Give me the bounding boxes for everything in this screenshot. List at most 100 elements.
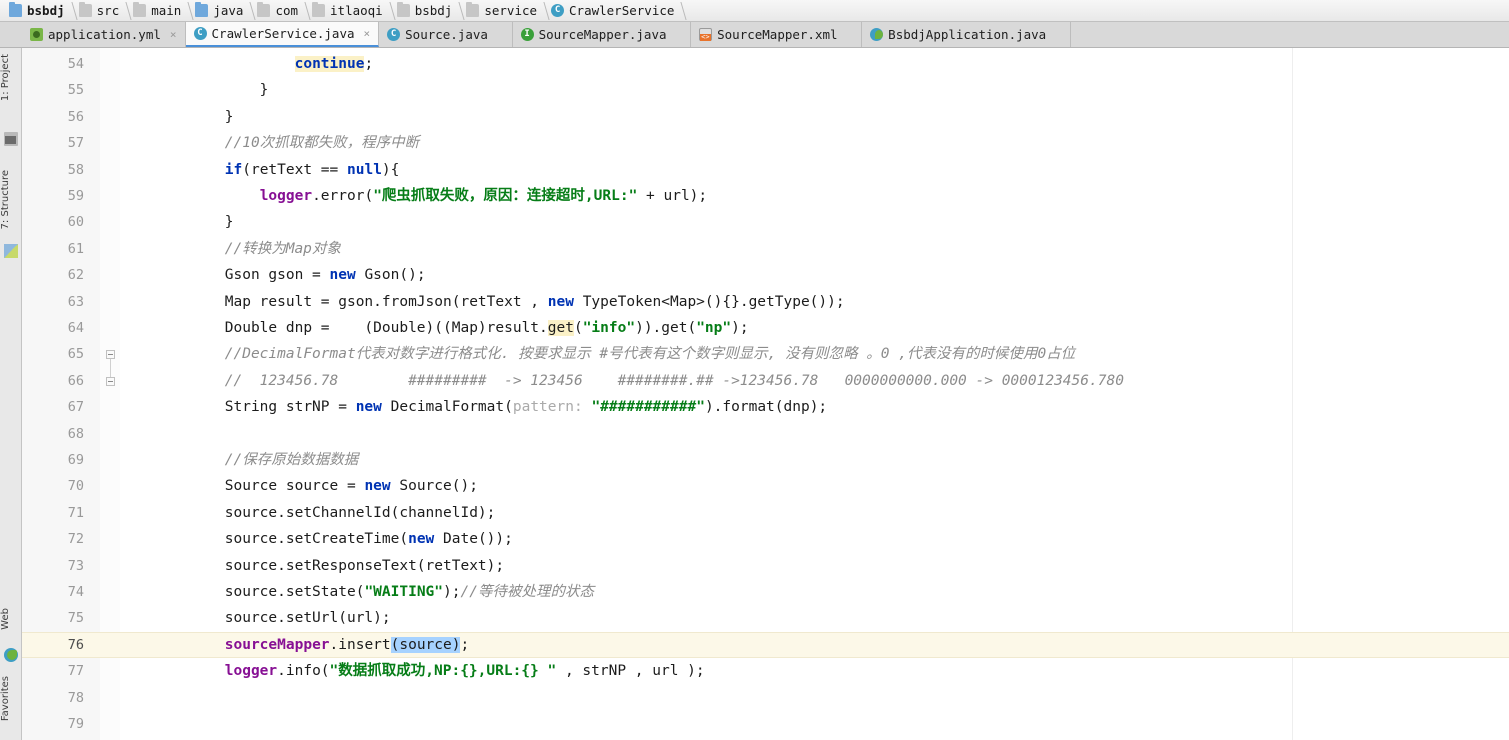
line-number[interactable]: 58 — [22, 157, 84, 183]
folder-icon — [78, 2, 92, 17]
code-line[interactable]: } — [120, 209, 234, 235]
line-number[interactable]: 78 — [22, 685, 84, 711]
line-number[interactable]: 73 — [22, 553, 84, 579]
code-fold-toggle[interactable] — [106, 350, 115, 360]
code-token: new — [364, 478, 391, 495]
breadcrumb-item-java[interactable]: java — [190, 0, 252, 22]
editor-tab-crawlerservice-java[interactable]: C CrawlerService.java × — [185, 22, 380, 47]
breadcrumb-item-main[interactable]: main — [128, 0, 190, 22]
code-line[interactable]: //转换为Map对象 — [120, 236, 341, 262]
editor-tab-label: application.yml — [48, 27, 161, 42]
line-number[interactable]: 56 — [22, 104, 84, 130]
code-line[interactable]: //保存原始数据数据 — [120, 447, 358, 473]
breadcrumb-item-bsbdj[interactable]: bsbdj — [4, 0, 74, 22]
code-line[interactable]: String strNP = new DecimalFormat(pattern… — [120, 394, 827, 420]
line-number[interactable]: 68 — [22, 421, 84, 447]
folder-icon — [312, 2, 326, 17]
code-token: .error( — [312, 188, 374, 204]
close-icon[interactable]: × — [364, 27, 371, 40]
line-number[interactable]: 61 — [22, 236, 84, 262]
code-token: source.setResponseText(retText); — [120, 557, 505, 574]
line-number[interactable]: 57 — [22, 130, 84, 156]
line-number[interactable]: 77 — [22, 658, 84, 684]
tool-window-button-1-project[interactable]: 1: Project — [0, 54, 22, 101]
code-line[interactable]: } — [120, 104, 234, 130]
breadcrumb-item-src[interactable]: src — [74, 0, 129, 22]
tool-window-button-favorites[interactable]: Favorites — [0, 676, 22, 721]
code-token: "np" — [696, 320, 732, 336]
line-number[interactable]: 66 — [22, 368, 84, 394]
line-number[interactable]: 64 — [22, 315, 84, 341]
code-line[interactable]: source.setUrl(url); — [120, 605, 391, 631]
breadcrumb-item-service[interactable]: service — [461, 0, 546, 22]
folder-source-icon — [195, 2, 209, 17]
code-line[interactable]: source.setCreateTime(new Date()); — [120, 526, 513, 552]
breadcrumb-item-label: service — [484, 3, 538, 18]
editor-tab-bar: application.yml × C CrawlerService.java × C So… — [0, 22, 1509, 48]
editor-tab-sourcemapper-xml[interactable]: SourceMapper.xml× — [691, 22, 863, 47]
code-token: continue — [294, 56, 365, 72]
code-line[interactable]: //10次抓取都失败，程序中断 — [120, 130, 419, 156]
code-line[interactable]: source.setChannelId(channelId); — [120, 500, 496, 526]
line-number[interactable]: 67 — [22, 394, 84, 420]
code-token: "数据抓取成功,NP:{},URL:{} " — [329, 663, 557, 680]
code-editor[interactable]: 54 continue; 55 } 56 } 57 //10次抓取都失败，程序中断 58… — [22, 48, 1509, 740]
web-tool-icon — [4, 648, 18, 662]
code-line[interactable]: // 123456.78 ######### -> 123456 #######… — [120, 368, 1124, 394]
line-number[interactable]: 69 — [22, 447, 84, 473]
line-number[interactable]: 79 — [22, 711, 84, 737]
code-line[interactable]: sourceMapper.insert(source); — [120, 632, 469, 658]
code-token: } — [120, 214, 234, 231]
breadcrumb-item-itlaoqi[interactable]: itlaoqi — [307, 0, 392, 22]
editor-tab-application-yml[interactable]: application.yml × — [22, 22, 186, 47]
code-line[interactable]: continue; — [120, 51, 373, 77]
breadcrumb-item-crawlerservice[interactable]: C CrawlerService — [546, 0, 683, 22]
code-line[interactable]: Double dnp = (Double)((Map)result.get("i… — [120, 315, 749, 341]
code-line[interactable]: Source source = new Source(); — [120, 473, 478, 499]
line-number[interactable]: 76 — [22, 632, 84, 658]
editor-tab-bsbdjapplication-java[interactable]: BsbdjApplication.java× — [862, 22, 1071, 47]
editor-tab-source-java[interactable]: CSource.java× — [379, 22, 513, 47]
line-number[interactable]: 60 — [22, 209, 84, 235]
tool-window-button-7-structure[interactable]: 7: Structure — [0, 170, 22, 229]
code-token: "###########" — [591, 399, 705, 416]
code-line[interactable]: logger.info("数据抓取成功,NP:{},URL:{} " , str… — [120, 658, 705, 684]
close-icon[interactable]: × — [170, 28, 177, 41]
line-number[interactable]: 75 — [22, 605, 84, 631]
line-number[interactable]: 55 — [22, 77, 84, 103]
code-token: Map result = gson.fromJson(retText , — [120, 293, 548, 310]
tool-window-button-web[interactable]: Web — [0, 608, 22, 630]
folder-icon — [466, 2, 480, 17]
line-number[interactable]: 62 — [22, 262, 84, 288]
code-token: (retText == — [242, 161, 347, 178]
code-line[interactable]: source.setResponseText(retText); — [120, 553, 504, 579]
breadcrumb-item-com[interactable]: com — [252, 0, 307, 22]
code-line[interactable]: } — [120, 77, 269, 103]
line-number[interactable]: 54 — [22, 51, 84, 77]
line-number[interactable]: 72 — [22, 526, 84, 552]
code-token: } — [120, 82, 269, 99]
line-number[interactable]: 70 — [22, 473, 84, 499]
code-line[interactable]: Gson gson = new Gson(); — [120, 262, 426, 288]
breadcrumb-item-bsbdj[interactable]: bsbdj — [392, 0, 462, 22]
code-line[interactable]: //DecimalFormat代表对数字进行格式化. 按要求显示 #号代表有这个… — [120, 341, 1075, 367]
code-fold-toggle[interactable] — [106, 376, 115, 386]
editor-tab-label: SourceMapper.xml — [717, 27, 838, 42]
line-number[interactable]: 71 — [22, 500, 84, 526]
code-token: "info" — [582, 320, 636, 336]
editor-tab-label: BsbdjApplication.java — [888, 27, 1047, 42]
editor-tab-label: SourceMapper.java — [538, 27, 667, 42]
code-token: ; — [460, 636, 470, 653]
code-token: new — [355, 399, 382, 416]
editor-tab-sourcemapper-java[interactable]: ISourceMapper.java× — [512, 22, 692, 47]
code-line[interactable]: Map result = gson.fromJson(retText , new… — [120, 289, 845, 315]
code-line[interactable]: logger.error("爬虫抓取失败，原因：连接超时,URL:" + url… — [120, 183, 707, 209]
code-line[interactable]: if(retText == null){ — [120, 157, 400, 183]
line-number[interactable]: 63 — [22, 289, 84, 315]
line-number[interactable]: 65 — [22, 341, 84, 367]
line-number[interactable]: 59 — [22, 183, 84, 209]
code-token: Date()); — [434, 531, 513, 548]
line-number[interactable]: 74 — [22, 579, 84, 605]
code-line[interactable]: source.setState("WAITING");//等待被处理的状态 — [120, 579, 594, 605]
